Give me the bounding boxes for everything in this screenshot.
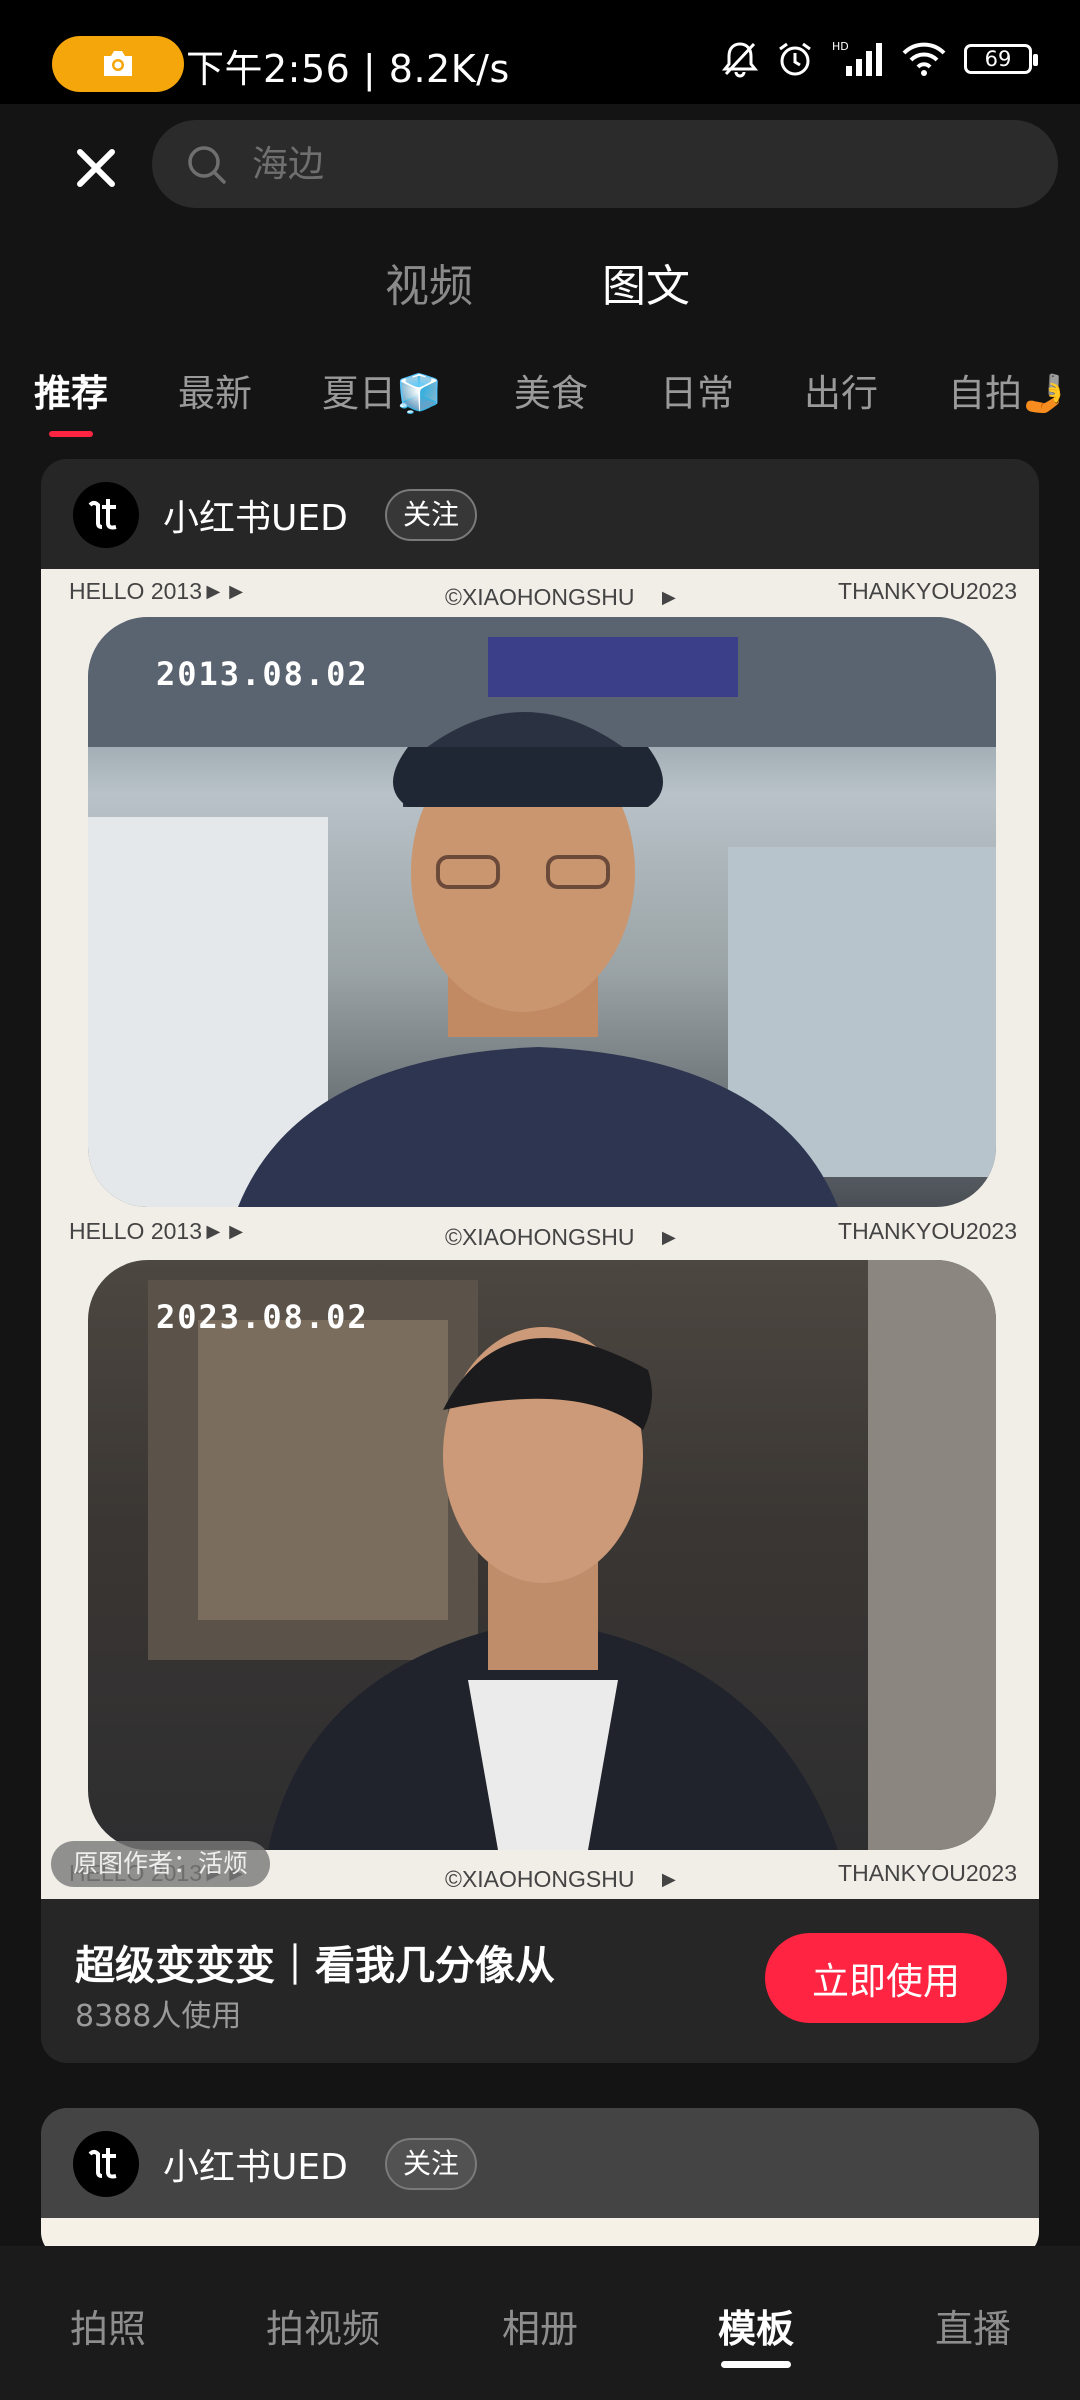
search-input[interactable] [252, 142, 1012, 186]
battery-level: 69 [984, 47, 1012, 71]
mute-bell-icon [722, 42, 758, 78]
strip-text-center: ©XIAOHONGSHU ► [445, 584, 681, 610]
photo-2023: 2023.08.02 [88, 1260, 996, 1850]
alarm-icon [779, 42, 811, 76]
template-card[interactable]: 小红书UED 关注 [41, 2108, 1039, 2258]
battery-indicator: 69 [964, 44, 1038, 74]
author-name[interactable]: 小红书UED [163, 489, 348, 541]
category-tab-travel[interactable]: 出行 [804, 363, 878, 417]
strip-text-center: ©XIAOHONGSHU ► [445, 1224, 681, 1250]
portrait-young-image [88, 617, 996, 1207]
category-tabs: 推荐 最新 夏日🧊 美食 日常 出行 自拍🤳 [0, 355, 1080, 437]
card-footer: 超级变变变｜看我几分像从 8388人使用 立即使用 [41, 1899, 1039, 2063]
usage-count: 8388人使用 [75, 1999, 242, 2034]
avatar[interactable] [73, 2131, 139, 2197]
poster-strip-top: HELLO 2013►► ©XIAOHONGSHU ► THANKYOU2023 [41, 569, 1039, 613]
active-tab-indicator [49, 431, 93, 437]
search-icon [188, 146, 226, 184]
date-stamp-2013: 2013.08.02 [156, 655, 369, 693]
wifi-icon [902, 42, 946, 76]
nav-video[interactable]: 拍视频 [266, 2298, 380, 2353]
poster-strip-middle: HELLO 2013►► ©XIAOHONGSHU ► THANKYOU2023 [41, 1209, 1039, 1253]
category-tab-daily[interactable]: 日常 [660, 363, 734, 417]
strip-text-right: THANKYOU2023 [838, 1860, 1017, 1886]
close-button[interactable] [66, 138, 126, 198]
strip-text-center: ©XIAOHONGSHU ► [445, 1866, 681, 1892]
status-bar: 下午2:56 | 8.2K/s HD 69 [0, 0, 1080, 104]
date-stamp-2023: 2023.08.02 [156, 1298, 369, 1336]
svg-text:HD: HD [832, 40, 849, 53]
nav-live[interactable]: 直播 [935, 2298, 1011, 2353]
avatar[interactable] [73, 482, 139, 548]
tab-image-text[interactable]: 图文 [602, 250, 690, 314]
category-tab-selfie[interactable]: 自拍🤳 [948, 363, 1068, 417]
strip-text-left: HELLO 2013►► [69, 578, 248, 604]
category-tab-recommended[interactable]: 推荐 [34, 363, 108, 417]
photo-2013: 2013.08.02 [88, 617, 996, 1207]
follow-button[interactable]: 关注 [385, 2138, 478, 2190]
status-icons: HD 69 [722, 40, 1038, 78]
card-header: 小红书UED 关注 [41, 459, 1039, 569]
portrait-adult-image [148, 1260, 996, 1850]
template-title[interactable]: 超级变变变｜看我几分像从 [75, 1933, 555, 1991]
nav-album[interactable]: 相册 [502, 2298, 578, 2353]
nav-template[interactable]: 模板 [718, 2298, 794, 2353]
camera-icon [104, 51, 132, 76]
category-tab-summer[interactable]: 夏日🧊 [322, 363, 442, 417]
active-nav-indicator [721, 2361, 791, 2368]
nav-photo[interactable]: 拍照 [70, 2298, 146, 2353]
template-preview-image[interactable]: HELLO 2013►► ©XIAOHONGSHU ► THANKYOU2023… [41, 569, 1039, 1899]
close-icon [77, 149, 115, 187]
author-name[interactable]: 小红书UED [163, 2138, 348, 2190]
strip-text-right: THANKYOU2023 [838, 578, 1017, 604]
strip-text-left: HELLO 2013►► [69, 1218, 248, 1244]
category-tab-latest[interactable]: 最新 [178, 363, 252, 417]
bottom-nav: 拍照 拍视频 相册 模板 直播 [0, 2246, 1080, 2400]
follow-button[interactable]: 关注 [385, 489, 478, 541]
ued-logo-icon [88, 2148, 117, 2179]
signal-icon: HD [832, 40, 882, 76]
strip-text-right: THANKYOU2023 [838, 1218, 1017, 1244]
ued-logo-icon [88, 499, 117, 530]
screen-recording-indicator[interactable] [52, 36, 184, 92]
status-time: 下午2:56 | 8.2K/s [186, 47, 510, 91]
tab-video[interactable]: 视频 [385, 250, 473, 314]
category-tab-food[interactable]: 美食 [514, 363, 588, 417]
search-box[interactable] [152, 120, 1058, 208]
use-now-button[interactable]: 立即使用 [765, 1933, 1007, 2023]
original-author-credit: 原图作者：活烦 [51, 1841, 271, 1887]
card-header: 小红书UED 关注 [41, 2108, 1039, 2218]
